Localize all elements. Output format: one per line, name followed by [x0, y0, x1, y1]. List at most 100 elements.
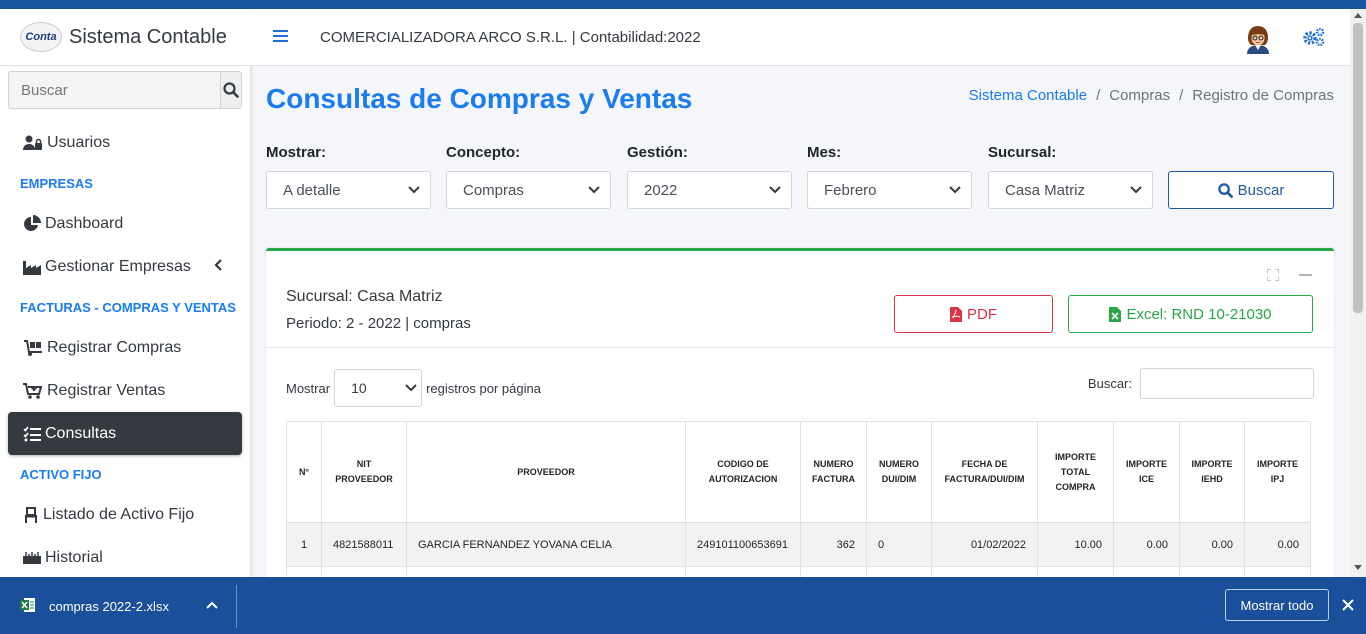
col-header-codigo[interactable]: CODIGO DE AUTORIZACION	[685, 421, 801, 523]
brand-logo: Conta	[20, 22, 62, 52]
length-prefix: Mostrar	[286, 380, 331, 396]
cell-importe-total: 10.00	[1037, 522, 1114, 567]
sidebar-item-listado-activo-fijo[interactable]: Listado de Activo Fijo	[8, 493, 242, 536]
close-icon[interactable]	[1342, 599, 1354, 611]
scrollbar-thumb[interactable]	[1353, 23, 1363, 313]
breadcrumb: Sistema Contable / Compras / Registro de Com…	[968, 87, 1334, 104]
cell-empty	[1113, 566, 1180, 577]
sidebar-item-historial[interactable]: Historial	[8, 536, 242, 577]
sidebar-search-button[interactable]	[220, 72, 241, 108]
table-row[interactable]: 1 4821588011 GARCIA FERNANDEZ YOVANA CEL…	[286, 522, 1311, 567]
chevron-down-icon	[949, 186, 961, 194]
industry-icon	[23, 260, 41, 275]
page-length-control: Mostrar 10 registros por página	[286, 369, 541, 407]
sidebar-item-gestionar-empresas[interactable]: Gestionar Empresas	[8, 245, 242, 288]
cell-importe-ice: 0.00	[1113, 522, 1180, 567]
col-header-num[interactable]: N°	[286, 421, 322, 523]
list-check-icon	[23, 426, 41, 441]
expand-icon[interactable]	[1267, 269, 1279, 281]
sidebar-item-label: Usuarios	[47, 133, 111, 151]
settings-gears-icon[interactable]	[1303, 28, 1325, 46]
mes-select[interactable]: Febrero	[807, 171, 972, 209]
concepto-label: Concepto:	[446, 144, 521, 161]
page-length-select[interactable]: 10	[334, 369, 423, 407]
col-header-importe-total[interactable]: IMPORTE TOTAL COMPRA	[1037, 421, 1114, 523]
file-pdf-icon	[950, 306, 962, 322]
table-search: Buscar:	[1088, 368, 1314, 399]
main-content: Consultas de Compras y Ventas Sistema Co…	[250, 66, 1350, 577]
download-divider	[236, 585, 237, 628]
col-header-numero-factura[interactable]: NUMERO FACTURA	[800, 421, 867, 523]
sidebar: Conta Sistema Contable Usuarios EMPRESAS…	[0, 9, 250, 577]
cell-fecha: 01/02/2022	[931, 522, 1038, 567]
cell-nit: 4821588011	[321, 522, 407, 567]
export-pdf-button[interactable]: PDF	[894, 295, 1053, 333]
buscar-button[interactable]: Buscar	[1168, 171, 1334, 209]
company-context: COMERCIALIZADORA ARCO S.R.L. | Contabili…	[320, 29, 701, 46]
cell-codigo: 249101100653691	[685, 522, 801, 567]
card-tools	[1267, 269, 1312, 281]
col-header-fecha[interactable]: FECHA DE FACTURA/DUI/DIM	[931, 421, 1038, 523]
col-header-importe-iehd[interactable]: IMPORTE IEHD	[1179, 421, 1245, 523]
chevron-left-icon	[214, 259, 222, 271]
col-header-proveedor[interactable]: PROVEEDOR	[406, 421, 686, 523]
cell-importe-iehd: 0.00	[1179, 522, 1245, 567]
gestion-select[interactable]: 2022	[627, 171, 792, 209]
table-search-label: Buscar:	[1087, 376, 1132, 391]
cell-num: 1	[286, 522, 322, 567]
breadcrumb-link-sistema[interactable]: Sistema Contable	[969, 87, 1087, 104]
card-divider	[266, 347, 1334, 348]
chevron-down-icon	[588, 186, 600, 194]
chevron-up-icon[interactable]	[206, 601, 218, 609]
col-header-importe-ice[interactable]: IMPORTE ICE	[1113, 421, 1180, 523]
cell-empty	[931, 566, 1038, 577]
sidebar-header-facturas: FACTURAS - COMPRAS Y VENTAS	[20, 299, 236, 315]
sucursal-select[interactable]: Casa Matriz	[988, 171, 1153, 209]
scroll-up-arrow-icon[interactable]	[1354, 12, 1362, 18]
excel-file-icon	[20, 598, 35, 612]
length-suffix: registros por página	[426, 380, 541, 396]
page-length-value: 10	[351, 380, 367, 396]
sidebar-search	[8, 71, 242, 109]
sidebar-item-label: Registrar Ventas	[47, 381, 166, 399]
show-all-downloads-button[interactable]: Mostrar todo	[1225, 589, 1329, 621]
mostrar-value: A detalle	[283, 181, 341, 199]
sidebar-item-usuarios[interactable]: Usuarios	[8, 121, 242, 164]
mes-label: Mes:	[807, 144, 842, 161]
mostrar-select[interactable]: A detalle	[266, 171, 431, 209]
user-avatar[interactable]	[1243, 24, 1273, 54]
sidebar-item-registrar-compras[interactable]: Registrar Compras	[8, 326, 242, 369]
brand[interactable]: Conta Sistema Contable	[0, 9, 250, 66]
cell-empty	[866, 566, 932, 577]
sidebar-item-label: Gestionar Empresas	[45, 257, 191, 275]
table-search-input[interactable]	[1140, 368, 1314, 399]
page-scrollbar[interactable]	[1350, 9, 1366, 577]
ruler-icon	[23, 551, 41, 564]
hamburger-menu-icon[interactable]	[273, 29, 289, 43]
concepto-select[interactable]: Compras	[446, 171, 611, 209]
sidebar-header-empresas: EMPRESAS	[20, 175, 93, 191]
window-top-stripe	[0, 0, 1366, 9]
concepto-value: Compras	[463, 181, 524, 199]
excel-label: Excel: RND 10-21030	[1126, 305, 1272, 323]
purchases-table: N° NIT PROVEEDOR PROVEEDOR CODIGO DE AUT…	[286, 421, 1311, 577]
col-header-numero-dui[interactable]: NUMERO DUI/DIM	[866, 421, 932, 523]
col-header-nit[interactable]: NIT PROVEEDOR	[321, 421, 407, 523]
cell-empty	[1244, 566, 1311, 577]
file-excel-icon	[1109, 306, 1122, 322]
sidebar-item-label: Listado de Activo Fijo	[43, 505, 195, 523]
sidebar-item-consultas[interactable]: Consultas	[8, 412, 242, 455]
export-excel-button[interactable]: Excel: RND 10-21030	[1068, 295, 1313, 333]
cell-proveedor: GARCIA FERNANDEZ YOVANA CELIA	[406, 522, 686, 567]
sidebar-search-input[interactable]	[9, 72, 220, 108]
sidebar-item-registrar-ventas[interactable]: Registrar Ventas	[8, 369, 242, 412]
gestion-value: 2022	[644, 181, 678, 199]
scroll-down-arrow-icon[interactable]	[1354, 565, 1362, 571]
download-file-name[interactable]: compras 2022-2.xlsx	[49, 599, 169, 614]
col-header-importe-ipj[interactable]: IMPORTE IPJ	[1244, 421, 1311, 523]
buscar-label: Buscar	[1237, 181, 1285, 199]
collapse-minus-icon[interactable]	[1299, 273, 1312, 277]
table-row[interactable]	[286, 566, 1311, 577]
sidebar-item-dashboard[interactable]: Dashboard	[8, 202, 242, 245]
search-icon	[1217, 182, 1233, 198]
